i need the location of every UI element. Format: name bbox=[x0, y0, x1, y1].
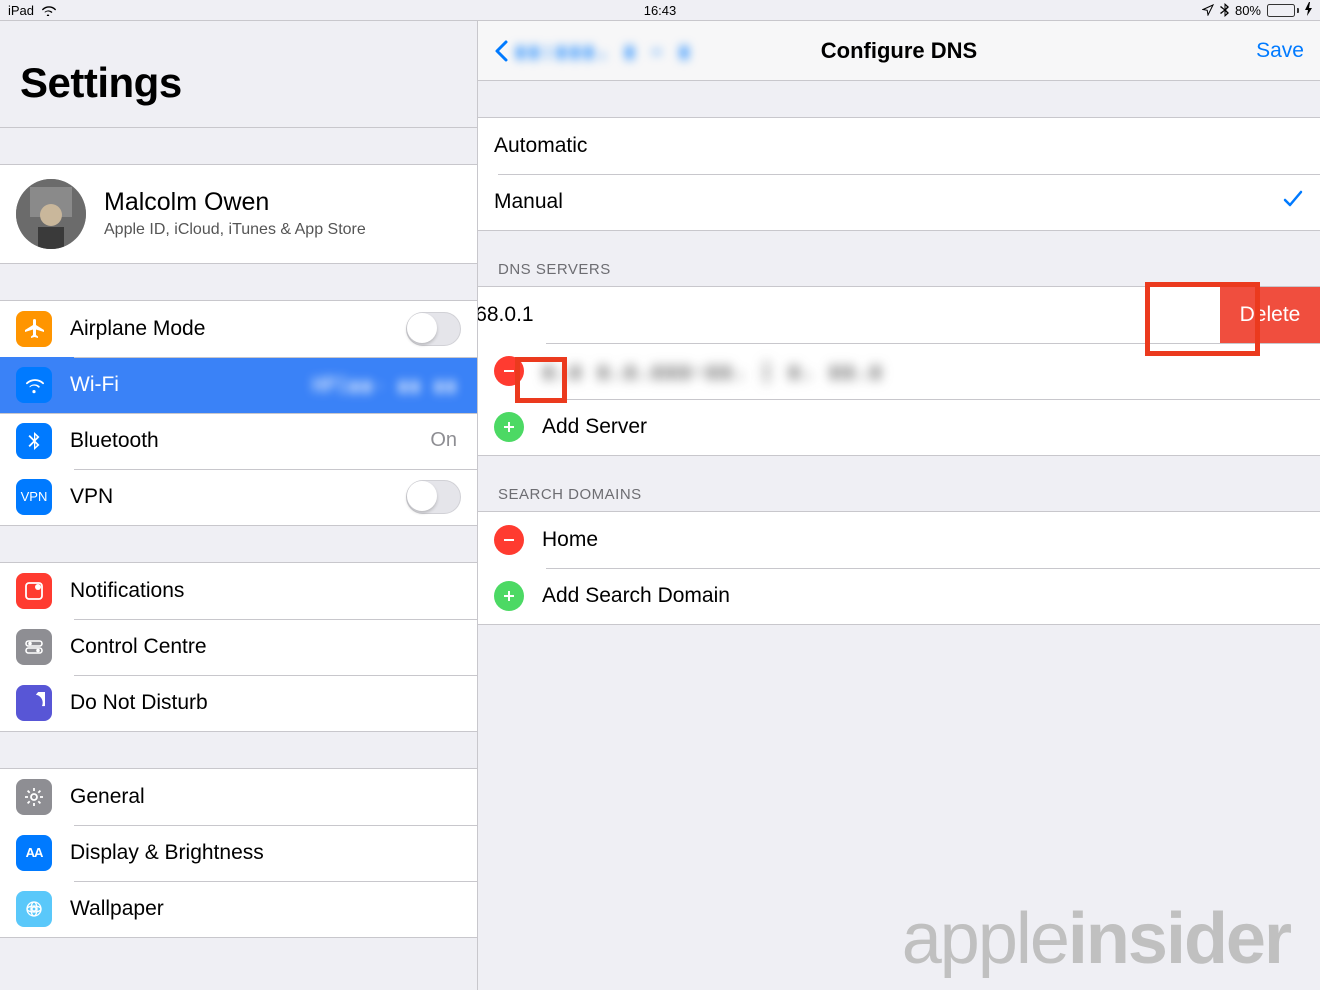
nav-bar: ▮▮:▮▮▮. ▮ - ▮ Configure DNS Save bbox=[478, 21, 1320, 81]
sidebar-item-notifications[interactable]: Notifications bbox=[0, 563, 477, 619]
delete-button[interactable]: Delete bbox=[1220, 287, 1320, 343]
dnd-icon bbox=[16, 685, 52, 721]
sidebar-item-control-centre[interactable]: Control Centre bbox=[0, 619, 477, 675]
device-label: iPad bbox=[8, 3, 34, 18]
sidebar-item-display[interactable]: AA Display & Brightness bbox=[0, 825, 477, 881]
wifi-network-name: HP1▮▮- ▮▮ ▮▮ bbox=[313, 373, 458, 397]
checkmark-icon bbox=[1282, 188, 1304, 216]
back-label: ▮▮:▮▮▮. ▮ - ▮ bbox=[514, 39, 691, 63]
watermark: appleinsider bbox=[902, 898, 1290, 980]
add-icon bbox=[494, 412, 524, 442]
vpn-icon: VPN bbox=[16, 479, 52, 515]
sidebar-item-dnd[interactable]: Do Not Disturb bbox=[0, 675, 477, 731]
remove-icon[interactable] bbox=[494, 356, 524, 386]
mode-manual[interactable]: Manual bbox=[478, 174, 1320, 230]
status-bar: iPad 16:43 80% bbox=[0, 0, 1320, 20]
add-search-domain[interactable]: Add Search Domain bbox=[478, 568, 1320, 624]
sidebar-item-airplane[interactable]: Airplane Mode bbox=[0, 301, 477, 357]
sidebar-item-vpn[interactable]: VPN VPN bbox=[0, 469, 477, 525]
vpn-toggle[interactable] bbox=[406, 480, 461, 514]
sidebar-item-bluetooth[interactable]: Bluetooth On bbox=[0, 413, 477, 469]
mode-automatic[interactable]: Automatic bbox=[478, 118, 1320, 174]
dns-servers-header: DNS SERVERS bbox=[478, 231, 1320, 286]
avatar bbox=[16, 179, 86, 249]
dns-server-row-1[interactable]: 2.168.0.1 Delete bbox=[478, 287, 1320, 343]
display-icon: AA bbox=[16, 835, 52, 871]
save-button[interactable]: Save bbox=[1256, 39, 1304, 63]
airplane-toggle[interactable] bbox=[406, 312, 461, 346]
account-row[interactable]: Malcolm Owen Apple ID, iCloud, iTunes & … bbox=[0, 165, 477, 263]
notifications-icon bbox=[16, 573, 52, 609]
bluetooth-status: On bbox=[430, 429, 457, 452]
charging-icon bbox=[1305, 2, 1312, 19]
remove-icon[interactable] bbox=[494, 525, 524, 555]
sidebar-title: Settings bbox=[0, 21, 477, 127]
bluetooth-settings-icon bbox=[16, 423, 52, 459]
account-sub: Apple ID, iCloud, iTunes & App Store bbox=[104, 221, 366, 239]
wifi-settings-icon bbox=[16, 367, 52, 403]
sidebar-item-general[interactable]: General bbox=[0, 769, 477, 825]
battery-percent: 80% bbox=[1235, 3, 1261, 18]
settings-sidebar: Settings Malcolm Owen Apple ID, iCloud, … bbox=[0, 21, 478, 990]
general-icon bbox=[16, 779, 52, 815]
dns-server-row-2[interactable]: ▮.▮ ▮.▮.▮▮▮-▮▮. | ▮. ▮▮.▮ bbox=[478, 343, 1320, 399]
wallpaper-icon bbox=[16, 891, 52, 927]
nav-title: Configure DNS bbox=[821, 38, 977, 64]
add-icon bbox=[494, 581, 524, 611]
wifi-icon bbox=[40, 4, 56, 16]
sidebar-item-wallpaper[interactable]: Wallpaper bbox=[0, 881, 477, 937]
location-icon bbox=[1202, 4, 1214, 16]
account-name: Malcolm Owen bbox=[104, 188, 366, 217]
control-centre-icon bbox=[16, 629, 52, 665]
detail-pane: ▮▮:▮▮▮. ▮ - ▮ Configure DNS Save Automat… bbox=[478, 21, 1320, 990]
battery-icon bbox=[1267, 4, 1299, 17]
bluetooth-icon bbox=[1220, 3, 1229, 17]
add-dns-server[interactable]: Add Server bbox=[478, 399, 1320, 455]
airplane-icon bbox=[16, 311, 52, 347]
sidebar-item-wifi[interactable]: Wi-Fi HP1▮▮- ▮▮ ▮▮ bbox=[0, 357, 477, 413]
status-time: 16:43 bbox=[644, 3, 677, 18]
search-domains-header: SEARCH DOMAINS bbox=[478, 456, 1320, 511]
search-domain-row-1[interactable]: Home bbox=[478, 512, 1320, 568]
back-button[interactable]: ▮▮:▮▮▮. ▮ - ▮ bbox=[494, 39, 691, 63]
